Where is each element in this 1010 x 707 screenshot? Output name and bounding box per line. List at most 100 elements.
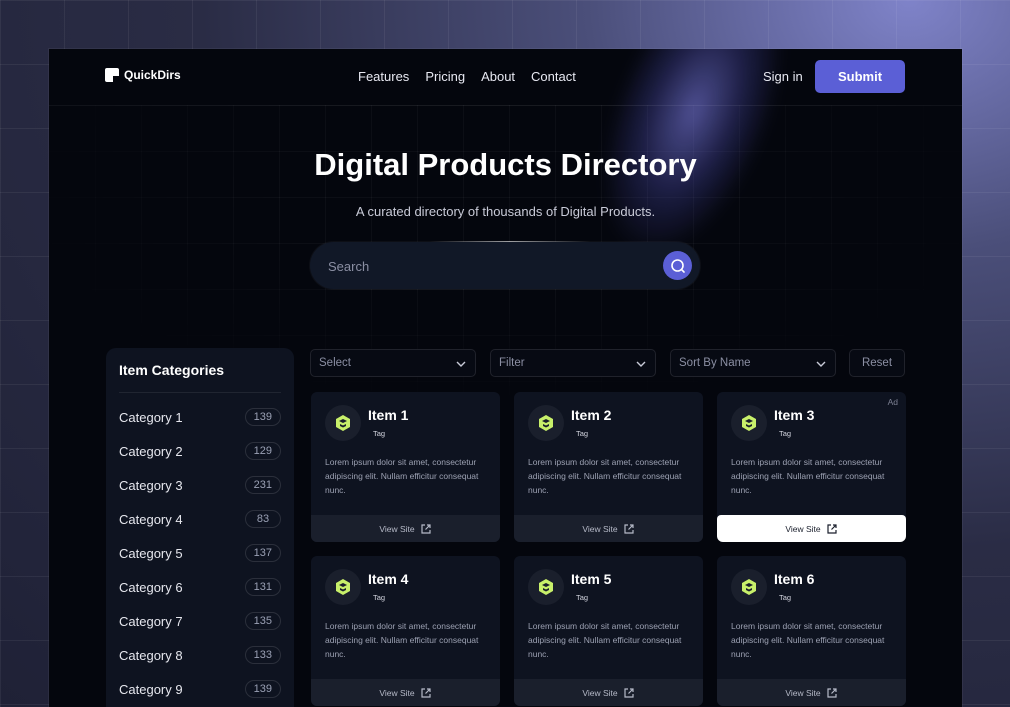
- category-label: Category 7: [119, 613, 183, 629]
- item-description: Lorem ipsum dolor sit amet, consectetur …: [731, 457, 885, 495]
- view-site-label: View Site: [582, 687, 618, 698]
- filter-dropdown[interactable]: Filter: [490, 349, 656, 377]
- item-card: Ad Item 3 Tag Lorem ipsum dolor sit amet…: [717, 392, 906, 542]
- app-window: QuickDirs Features Pricing About Contact…: [49, 49, 962, 707]
- item-card: Item 5 Tag Lorem ipsum dolor sit amet, c…: [514, 556, 703, 706]
- view-site-button[interactable]: View Site: [717, 515, 906, 542]
- item-tag: Tag: [373, 429, 386, 438]
- category-label: Category 2: [119, 443, 183, 459]
- nav-links: Features Pricing About Contact: [358, 69, 576, 84]
- category-item[interactable]: Category 8 133: [119, 638, 281, 672]
- view-site-label: View Site: [379, 687, 415, 698]
- product-logo: [731, 569, 767, 605]
- external-link-icon: [624, 687, 634, 698]
- view-site-button[interactable]: View Site: [514, 679, 703, 706]
- external-link-icon: [421, 523, 431, 534]
- category-label: Category 6: [119, 579, 183, 595]
- category-label: Category 3: [119, 477, 183, 493]
- item-card: Item 1 Tag Lorem ipsum dolor sit amet, c…: [311, 392, 500, 542]
- item-card: Item 4 Tag Lorem ipsum dolor sit amet, c…: [311, 556, 500, 706]
- item-tag: Tag: [779, 429, 792, 438]
- item-description: Lorem ipsum dolor sit amet, consectetur …: [325, 621, 479, 659]
- item-description: Lorem ipsum dolor sit amet, consectetur …: [528, 621, 682, 659]
- view-site-label: View Site: [379, 523, 415, 534]
- chevron-down-icon: [816, 361, 826, 367]
- category-item[interactable]: Category 7 135: [119, 604, 281, 638]
- page-title: Digital Products Directory: [314, 147, 697, 182]
- category-count-badge: 139: [244, 408, 281, 426]
- category-label: Category 9: [119, 681, 183, 697]
- category-count-badge: 231: [244, 476, 281, 494]
- search-bar: [310, 241, 700, 291]
- nav-link-contact[interactable]: Contact: [531, 69, 576, 84]
- item-title[interactable]: Item 3: [774, 407, 814, 423]
- category-item[interactable]: Category 9 139: [119, 672, 281, 706]
- category-count-badge: 139: [244, 680, 281, 698]
- item-tag: Tag: [576, 429, 589, 438]
- submit-button[interactable]: Submit: [815, 60, 905, 93]
- product-logo: [528, 569, 564, 605]
- view-site-button[interactable]: View Site: [311, 679, 500, 706]
- view-site-label: View Site: [785, 523, 821, 534]
- product-logo: [731, 405, 767, 441]
- item-title[interactable]: Item 4: [368, 571, 408, 587]
- chevron-down-icon: [456, 361, 466, 367]
- logo[interactable]: QuickDirs: [105, 68, 181, 82]
- category-item[interactable]: Category 3 231: [119, 468, 281, 502]
- category-count-badge: 137: [244, 544, 281, 562]
- sort-dropdown-label: Sort By Name: [679, 357, 751, 369]
- category-item[interactable]: Category 4 83: [119, 502, 281, 536]
- category-label: Category 1: [119, 409, 183, 425]
- external-link-icon: [421, 687, 431, 698]
- top-nav: QuickDirs Features Pricing About Contact…: [49, 49, 962, 106]
- item-description: Lorem ipsum dolor sit amet, consectetur …: [731, 621, 885, 659]
- sidebar-title: Item Categories: [119, 362, 225, 378]
- category-item[interactable]: Category 6 131: [119, 570, 281, 604]
- category-count-badge: 133: [244, 646, 281, 664]
- item-title[interactable]: Item 1: [368, 407, 408, 423]
- view-site-label: View Site: [582, 523, 618, 534]
- sidebar-divider: [119, 392, 281, 393]
- nav-link-features[interactable]: Features: [358, 69, 409, 84]
- product-logo-icon: [742, 415, 756, 431]
- search-button[interactable]: [663, 251, 692, 280]
- external-link-icon: [624, 523, 634, 534]
- item-description: Lorem ipsum dolor sit amet, consectetur …: [325, 457, 479, 495]
- page-subtitle: A curated directory of thousands of Digi…: [355, 204, 656, 219]
- ad-badge: Ad: [887, 397, 898, 407]
- category-item[interactable]: Category 2 129: [119, 434, 281, 468]
- product-logo-icon: [742, 579, 756, 595]
- product-logo: [325, 569, 361, 605]
- item-card: Item 2 Tag Lorem ipsum dolor sit amet, c…: [514, 392, 703, 542]
- category-label: Category 4: [119, 511, 183, 527]
- sort-dropdown[interactable]: Sort By Name: [670, 349, 836, 377]
- product-logo-icon: [336, 579, 350, 595]
- logo-icon: [105, 68, 119, 82]
- category-label: Category 8: [119, 647, 183, 663]
- chevron-down-icon: [636, 361, 646, 367]
- product-logo: [528, 405, 564, 441]
- item-card: Item 6 Tag Lorem ipsum dolor sit amet, c…: [717, 556, 906, 706]
- nav-link-about[interactable]: About: [481, 69, 515, 84]
- category-label: Category 5: [119, 545, 183, 561]
- nav-link-pricing[interactable]: Pricing: [425, 69, 465, 84]
- item-title[interactable]: Item 6: [774, 571, 814, 587]
- sign-in-link[interactable]: Sign in: [763, 69, 803, 84]
- reset-button[interactable]: Reset: [849, 349, 905, 377]
- category-sidebar: Item Categories Category 1 139 Category 2…: [106, 348, 294, 707]
- item-title[interactable]: Item 5: [571, 571, 611, 587]
- view-site-button[interactable]: View Site: [311, 515, 500, 542]
- category-item[interactable]: Category 1 139: [119, 400, 281, 434]
- logo-text: QuickDirs: [124, 68, 181, 82]
- product-logo-icon: [539, 579, 553, 595]
- search-icon: [670, 258, 685, 273]
- category-item[interactable]: Category 5 137: [119, 536, 281, 570]
- category-count-badge: 129: [244, 442, 281, 460]
- search-input[interactable]: [326, 242, 650, 291]
- item-title[interactable]: Item 2: [571, 407, 611, 423]
- item-tag: Tag: [779, 593, 792, 602]
- select-dropdown[interactable]: Select: [310, 349, 476, 377]
- view-site-button[interactable]: View Site: [514, 515, 703, 542]
- view-site-button[interactable]: View Site: [717, 679, 906, 706]
- product-logo-icon: [336, 415, 350, 431]
